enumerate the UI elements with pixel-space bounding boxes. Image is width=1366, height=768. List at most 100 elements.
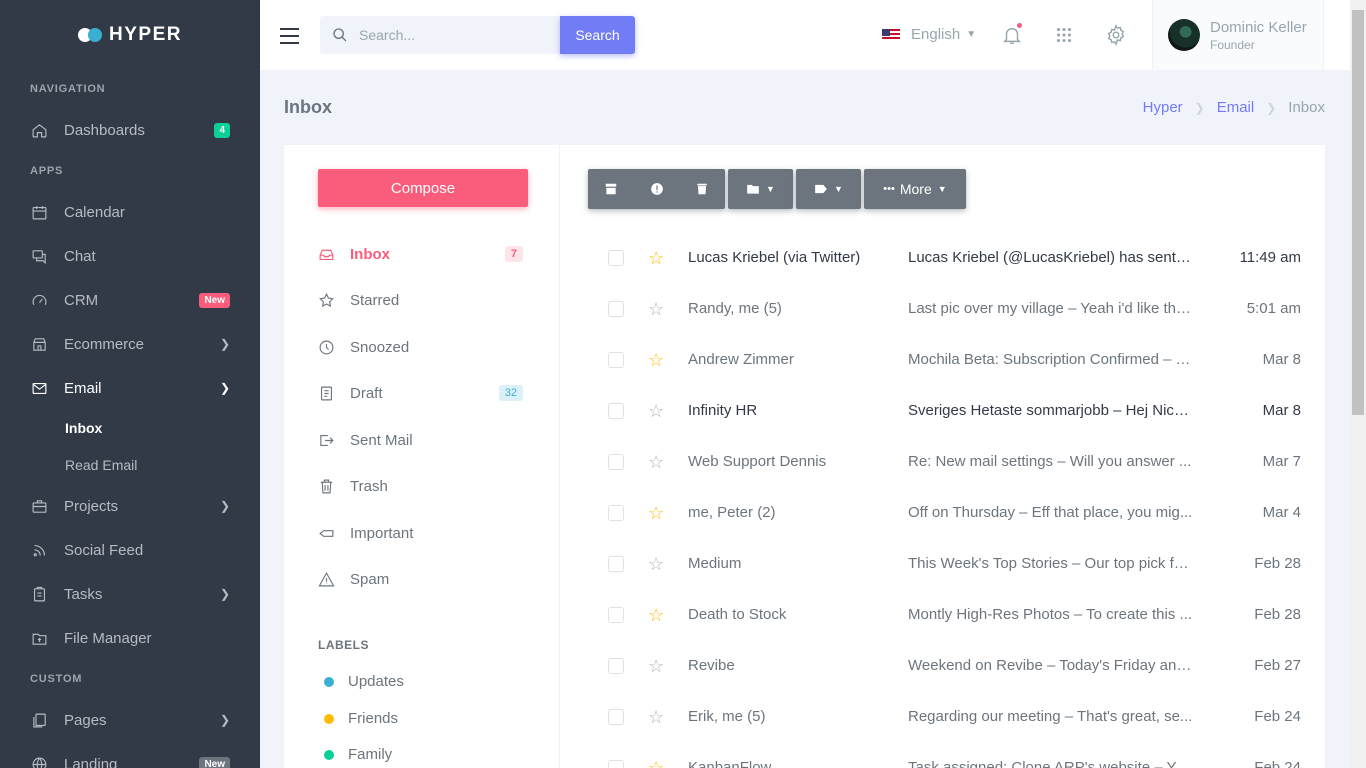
mail-checkbox[interactable]	[608, 555, 624, 572]
menu-toggle-icon[interactable]	[280, 28, 299, 49]
more-dropdown[interactable]: ••• More ▼	[864, 169, 966, 209]
mail-checkbox[interactable]	[608, 351, 624, 368]
settings-button[interactable]	[1103, 22, 1129, 48]
mail-checkbox[interactable]	[608, 606, 624, 623]
sidebar-item-crm[interactable]: CRM New	[0, 278, 260, 322]
logo[interactable]: HYPER	[0, 0, 260, 70]
star-icon[interactable]: ☆	[648, 504, 664, 522]
star-icon[interactable]: ☆	[648, 606, 664, 624]
star-icon[interactable]: ☆	[648, 300, 664, 318]
scrollbar-thumb[interactable]	[1352, 10, 1364, 415]
star-icon[interactable]: ☆	[648, 657, 664, 675]
archive-button[interactable]	[588, 169, 634, 209]
folder-inbox[interactable]: Inbox 7	[318, 242, 523, 266]
mail-checkbox[interactable]	[608, 657, 624, 674]
sidebar-item-label: Projects	[64, 497, 119, 515]
mail-checkbox[interactable]	[608, 300, 624, 317]
sidebar-item-landing[interactable]: Landing New	[0, 742, 260, 768]
sidebar-item-projects[interactable]: Projects ❯	[0, 484, 260, 528]
chevron-down-icon: ▼	[766, 184, 775, 194]
sidebar-item-ecommerce[interactable]: Ecommerce ❯	[0, 322, 260, 366]
sidebar-item-file-manager[interactable]: File Manager	[0, 616, 260, 660]
apps-button[interactable]	[1051, 22, 1077, 48]
breadcrumb: Hyper ❯ Email ❯ Inbox	[1143, 99, 1325, 116]
mail-checkbox[interactable]	[608, 402, 624, 419]
star-icon[interactable]: ☆	[648, 249, 664, 267]
sidebar-item-chat[interactable]: Chat	[0, 234, 260, 278]
label-family[interactable]: Family	[324, 746, 392, 763]
user-role: Founder	[1210, 37, 1255, 52]
mail-checkbox[interactable]	[608, 708, 624, 725]
star-icon[interactable]: ☆	[648, 555, 664, 573]
mail-row[interactable]: ☆ Infinity HR Sveriges Hetaste sommarjobb …	[588, 385, 1303, 436]
star-icon[interactable]: ☆	[648, 453, 664, 471]
mail-row[interactable]: ☆ Andrew Zimmer Mochila Beta: Subscription…	[588, 334, 1303, 385]
dots-icon: •••	[883, 183, 895, 195]
folder-spam[interactable]: Spam	[318, 567, 523, 591]
label-dot-icon	[324, 713, 334, 724]
mail-date: Feb 28	[1254, 555, 1301, 572]
folder-important[interactable]: Important	[318, 521, 523, 545]
mail-sender: Erik, me (5)	[688, 708, 766, 725]
mail-checkbox[interactable]	[608, 759, 624, 768]
breadcrumb-email[interactable]: Email	[1217, 99, 1255, 116]
breadcrumb-hyper[interactable]: Hyper	[1143, 99, 1183, 116]
label-friends[interactable]: Friends	[324, 710, 398, 727]
compose-button[interactable]: Compose	[318, 169, 528, 207]
mail-row[interactable]: ☆ KanbanFlow Task assigned: Clone ARP's we…	[588, 742, 1303, 768]
label-updates[interactable]: Updates	[324, 673, 404, 690]
mail-row[interactable]: ☆ Erik, me (5) Regarding our meeting – Tha…	[588, 691, 1303, 742]
mail-actions-group	[588, 169, 725, 209]
mail-row[interactable]: ☆ Web Support Dennis Re: New mail settings…	[588, 436, 1303, 487]
breadcrumb-current: Inbox	[1288, 99, 1325, 116]
sidebar-item-label: File Manager	[64, 629, 152, 647]
sidebar-subitem-read-email[interactable]: Read Email	[0, 447, 260, 484]
sidebar-item-social-feed[interactable]: Social Feed	[0, 528, 260, 572]
report-spam-button[interactable]	[634, 169, 679, 209]
mail-row[interactable]: ☆ Randy, me (5) Last pic over my village –…	[588, 283, 1303, 334]
calendar-icon	[30, 203, 48, 221]
folder-snoozed[interactable]: Snoozed	[318, 335, 523, 359]
mail-row[interactable]: ☆ Death to Stock Montly High-Res Photos – …	[588, 589, 1303, 640]
user-profile-dropdown[interactable]: Dominic Keller Founder	[1152, 0, 1324, 70]
sidebar-item-email[interactable]: Email ❯	[0, 366, 260, 410]
page-scrollbar[interactable]	[1350, 0, 1366, 768]
mail-date: 11:49 am	[1239, 249, 1301, 266]
chevron-right-icon: ❯	[219, 587, 230, 601]
mail-row[interactable]: ☆ me, Peter (2) Off on Thursday – Eff that…	[588, 487, 1303, 538]
mail-sender: KanbanFlow	[688, 759, 772, 768]
notifications-button[interactable]	[999, 22, 1025, 48]
mail-row[interactable]: ☆ Medium This Week's Top Stories – Our top…	[588, 538, 1303, 589]
mail-row[interactable]: ☆ Lucas Kriebel (via Twitter) Lucas Kriebe…	[588, 232, 1303, 283]
label-as-dropdown[interactable]: ▼	[796, 169, 861, 209]
delete-button[interactable]	[679, 169, 725, 209]
folder-draft[interactable]: Draft 32	[318, 381, 523, 405]
sidebar-item-tasks[interactable]: Tasks ❯	[0, 572, 260, 616]
star-icon[interactable]: ☆	[648, 351, 664, 369]
folder-label: Starred	[350, 291, 400, 309]
move-to-dropdown[interactable]: ▼	[728, 169, 793, 209]
mail-checkbox[interactable]	[608, 249, 624, 266]
pages-icon	[30, 711, 48, 729]
language-dropdown[interactable]: English ▼	[882, 26, 976, 43]
star-icon[interactable]: ☆	[648, 708, 664, 726]
sidebar-item-label: Dashboards	[64, 121, 145, 139]
search-button[interactable]: Search	[560, 16, 635, 54]
sidebar-item-calendar[interactable]: Calendar	[0, 190, 260, 234]
dashboards-count-badge: 4	[214, 122, 230, 138]
mail-row[interactable]: ☆ Revibe Weekend on Revibe – Today's Frida…	[588, 640, 1303, 691]
mail-checkbox[interactable]	[608, 453, 624, 470]
folder-trash[interactable]: Trash	[318, 474, 523, 498]
sidebar-item-label: Social Feed	[64, 541, 144, 559]
star-icon[interactable]: ☆	[648, 402, 664, 420]
sidebar-subitem-inbox[interactable]: Inbox	[0, 410, 260, 447]
mail-checkbox[interactable]	[608, 504, 624, 521]
star-icon[interactable]: ☆	[648, 759, 664, 768]
folder-starred[interactable]: Starred	[318, 288, 523, 312]
sidebar-item-pages[interactable]: Pages ❯	[0, 698, 260, 742]
search-input[interactable]	[359, 27, 549, 43]
folder-sent-mail[interactable]: Sent Mail	[318, 428, 523, 452]
sidebar-item-dashboards[interactable]: Dashboards 4	[0, 108, 260, 152]
warning-icon	[318, 571, 336, 588]
mail-subject: Regarding our meeting – That's great, se…	[908, 708, 1193, 725]
